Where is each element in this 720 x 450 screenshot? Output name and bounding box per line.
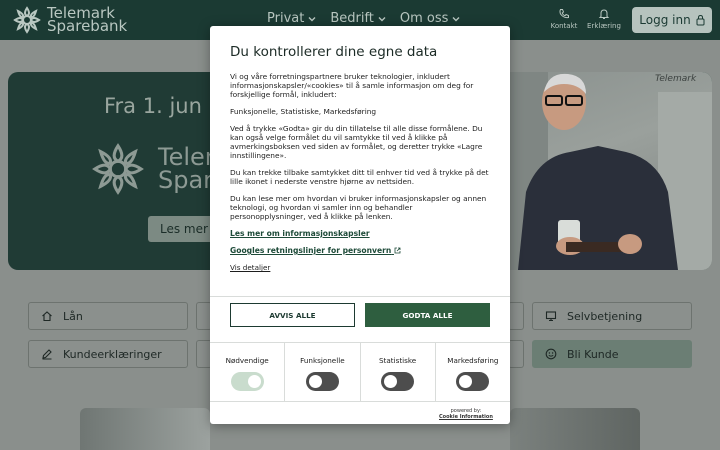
flower-logo-icon — [13, 6, 41, 34]
consent-paragraph-accept: Ved å trykke «Godta» gir du din tillatel… — [230, 124, 483, 160]
consent-title: Du kontrollerer dine egne data — [230, 44, 438, 60]
declaration-link[interactable]: Erklæring — [584, 8, 624, 30]
article-image-1[interactable] — [80, 408, 210, 450]
nav-privat[interactable]: Privat — [267, 11, 316, 26]
house-icon — [42, 311, 52, 322]
bell-icon — [598, 9, 610, 19]
man-photo-illustration — [508, 72, 712, 270]
quicklink-self-service[interactable]: Selvbetjening — [532, 302, 692, 330]
contact-label: Kontakt — [550, 22, 578, 30]
nav-privat-label: Privat — [267, 11, 305, 26]
google-privacy-link-text: Googles retningslinjer for personvern — [230, 246, 392, 255]
quicklink-self-service-label: Selvbetjening — [567, 309, 643, 323]
toggle-knob — [247, 375, 261, 388]
main-nav: Privat Bedrift Om oss — [267, 11, 474, 26]
contact-link[interactable]: Kontakt — [544, 8, 584, 30]
login-label: Logg inn — [639, 13, 691, 27]
logo-line-2: Sparebank — [47, 17, 128, 35]
consent-body: Du kontrollerer dine egne data Vi og vår… — [210, 26, 510, 296]
quicklink-declarations-label: Kundeerklæringer — [63, 347, 162, 361]
marketing-toggle[interactable] — [456, 372, 490, 391]
article-image-2[interactable] — [510, 408, 640, 450]
quicklink-declarations[interactable]: Kundeerklæringer — [28, 340, 188, 368]
quicklink-loan-label: Lån — [63, 309, 83, 323]
powered-by-brand[interactable]: Cookie Information — [439, 414, 493, 420]
chevron-down-icon — [308, 16, 316, 21]
consent-category-label: Markedsføring — [447, 356, 499, 365]
nav-om-oss[interactable]: Om oss — [400, 11, 461, 26]
declaration-label: Erklæring — [587, 22, 621, 30]
consent-paragraph-purposes: Funksjonelle, Statistiske, Markedsføring — [230, 107, 377, 116]
consent-category-label: Nødvendige — [225, 356, 269, 365]
consent-category-label: Statistiske — [379, 356, 417, 365]
reject-all-button[interactable]: AVVIS ALLE — [230, 303, 355, 327]
quicklink-become-customer-label: Bli Kunde — [567, 347, 619, 361]
hero-brand: Telem Sparb — [88, 142, 228, 196]
chevron-down-icon — [378, 16, 386, 21]
consent-paragraph-withdraw: Du kan trekke tilbake samtykket ditt til… — [230, 168, 489, 186]
nav-bedrift-label: Bedrift — [330, 11, 374, 26]
consent-category-marketing: Markedsføring — [436, 343, 510, 401]
quicklink-hidden-2[interactable] — [508, 302, 524, 330]
quicklink-loan[interactable]: Lån — [28, 302, 188, 330]
consent-category-functional: Funksjonelle — [285, 343, 361, 401]
quicklink-hidden-4[interactable] — [508, 340, 524, 368]
chevron-down-icon — [452, 16, 460, 21]
hero-headline: Fra 1. jun — [104, 94, 202, 118]
consent-category-label: Funksjonelle — [300, 356, 345, 365]
toggle-knob — [384, 375, 398, 388]
login-button[interactable]: Logg inn — [632, 7, 712, 33]
cookies-info-link[interactable]: Les mer om informasjonskapsler — [230, 229, 490, 238]
edit-icon — [42, 349, 52, 360]
toggle-knob — [308, 375, 322, 388]
consent-category-necessary: Nødvendige — [210, 343, 286, 401]
cookie-consent-dialog: Du kontrollerer dine egne data Vi og vår… — [210, 26, 510, 424]
consent-paragraph-intro: Vi og våre forretningspartnere bruker te… — [230, 72, 474, 99]
consent-divider — [210, 296, 510, 297]
toggle-knob — [459, 375, 473, 388]
flower-logo-icon — [92, 143, 144, 195]
lock-icon — [696, 14, 705, 26]
bank-logo[interactable]: Telemark Sparebank — [12, 6, 127, 34]
monitor-icon — [545, 311, 557, 322]
smiley-icon — [545, 348, 557, 360]
show-details-link[interactable]: Vis detaljer — [230, 263, 490, 272]
consent-categories: Nødvendige Funksjonelle Statistiske Mark… — [210, 342, 510, 402]
statistics-toggle[interactable] — [381, 372, 415, 391]
cookies-info-link-text: Les mer om informasjonskapsler — [230, 229, 370, 238]
consent-paragraph-readmore: Du kan lese mer om hvordan vi bruker inf… — [230, 194, 487, 221]
quicklink-become-customer[interactable]: Bli Kunde — [532, 340, 692, 368]
external-link-icon — [394, 247, 401, 253]
powered-by: powered by: Cookie Information — [439, 408, 493, 420]
functional-toggle[interactable] — [305, 372, 339, 391]
logo-text: Telemark Sparebank — [47, 6, 128, 35]
necessary-toggle[interactable] — [230, 372, 264, 391]
google-privacy-link[interactable]: Googles retningslinjer for personvern — [230, 246, 490, 255]
nav-bedrift[interactable]: Bedrift — [330, 11, 386, 26]
accept-all-button[interactable]: GODTA ALLE — [365, 303, 490, 327]
nav-om-oss-label: Om oss — [399, 11, 449, 26]
hero-photo: Telemark — [508, 72, 712, 270]
consent-category-statistics: Statistiske — [361, 343, 436, 401]
phone-icon — [559, 9, 569, 19]
